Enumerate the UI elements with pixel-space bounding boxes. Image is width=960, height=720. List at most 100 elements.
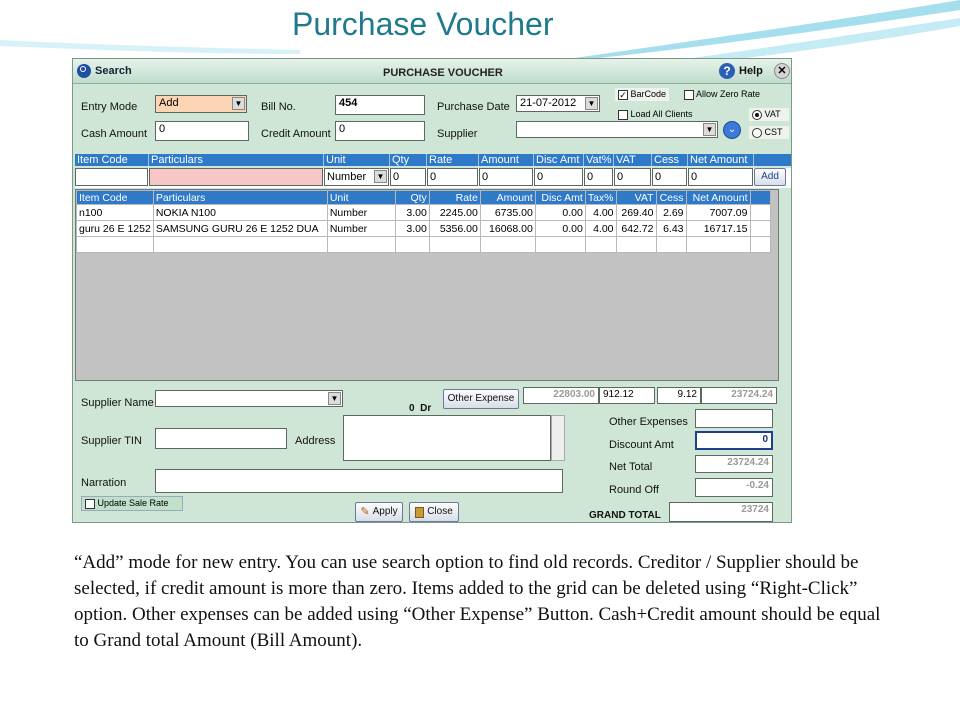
grid-cell: 4.00 — [584, 220, 617, 237]
items-grid[interactable]: Item Code Particulars Unit Qty Rate Amou… — [75, 189, 779, 381]
door-icon — [415, 506, 425, 518]
discount-amt-label: Discount Amt — [609, 439, 674, 451]
address-label: Address — [295, 435, 336, 447]
grand-total-value: 23724 — [669, 502, 773, 522]
grid-header-cell: Qty — [394, 190, 430, 205]
grid-header-cell: Tax% — [584, 190, 617, 205]
load-all-clients-checkbox[interactable] — [618, 109, 628, 120]
entry-header-cell: Net Amount — [688, 154, 754, 166]
address-scrollbar[interactable] — [551, 415, 565, 461]
balance-amount: 0 — [409, 403, 415, 414]
narration-input[interactable] — [155, 469, 563, 493]
apply-button[interactable]: ✎ Apply — [355, 502, 403, 522]
pencil-icon: ✎ — [360, 506, 370, 518]
cash-amount-input[interactable]: 0 — [155, 121, 249, 141]
close-label: Close — [427, 506, 453, 517]
entry-header-cell: Rate — [427, 154, 479, 166]
help-icon: ? — [719, 63, 735, 79]
disc-amt-input[interactable]: 0 — [534, 168, 583, 186]
total-vat: 912.12 — [599, 387, 655, 404]
rate-input[interactable]: 0 — [427, 168, 478, 186]
chevron-down-icon: ▼ — [585, 97, 598, 110]
grid-cell: 3.00 — [394, 204, 430, 221]
entry-header-cell: Qty — [390, 154, 427, 166]
vat-option[interactable]: VAT — [749, 108, 789, 121]
round-off-value: -0.24 — [695, 478, 773, 497]
supplier-name-select[interactable]: ▼ — [155, 390, 343, 407]
net-total-value: 23724.24 — [695, 455, 773, 473]
vat-input[interactable]: 0 — [614, 168, 651, 186]
allow-zero-rate-label: Allow Zero Rate — [696, 89, 761, 99]
add-item-button[interactable]: Add — [754, 168, 786, 186]
entry-header-cell: Amount — [479, 154, 534, 166]
particulars-input[interactable] — [149, 168, 323, 186]
vat-radio[interactable] — [752, 109, 762, 120]
close-window-button[interactable]: ✕ — [774, 63, 790, 79]
entry-header-cell: Disc Amt — [534, 154, 584, 166]
table-row[interactable]: guru 26 E 1252 SAMSUNG GURU 26 E 1252 DU… — [76, 220, 771, 237]
close-button[interactable]: Close — [409, 502, 459, 522]
search-button[interactable]: Search — [77, 63, 132, 79]
grid-cell: Number — [326, 204, 396, 221]
entry-mode-select[interactable]: Add ▼ — [155, 95, 247, 113]
help-button[interactable]: ? Help — [719, 63, 763, 79]
allow-zero-rate-option[interactable]: Allow Zero Rate — [681, 88, 771, 101]
cst-option[interactable]: CST — [749, 126, 789, 139]
bill-no-input[interactable]: 454 — [335, 95, 425, 115]
grid-header-cell: Disc Amt — [534, 190, 586, 205]
cess-input[interactable]: 0 — [652, 168, 687, 186]
item-code-input[interactable] — [75, 168, 148, 186]
total-net: 23724.24 — [701, 387, 777, 404]
other-expense-button[interactable]: Other Expense — [443, 389, 519, 409]
grid-cell: 6735.00 — [479, 204, 536, 221]
refresh-suppliers-button[interactable]: ⌄ — [723, 121, 741, 139]
items-table: Item Code Particulars Unit Qty Rate Amou… — [76, 190, 771, 253]
help-label: Help — [739, 65, 763, 77]
grid-header-cell — [749, 190, 771, 205]
update-sale-rate-checkbox[interactable] — [85, 498, 95, 509]
entry-mode-value: Add — [159, 97, 179, 109]
update-sale-rate-option[interactable]: Update Sale Rate — [81, 496, 183, 511]
address-textarea[interactable] — [343, 415, 551, 461]
entry-header-cell: Item Code — [75, 154, 149, 166]
chevron-down-icon: ▼ — [703, 123, 716, 136]
grid-header-cell: Particulars — [152, 190, 328, 205]
grid-cell: 7007.09 — [685, 204, 751, 221]
grid-cell — [749, 220, 771, 237]
table-row[interactable]: n100 NOKIA N100 Number 3.00 2245.00 6735… — [76, 204, 771, 221]
search-icon — [77, 64, 91, 78]
barcode-checkbox[interactable]: ✓ — [618, 89, 628, 100]
balance-value: 0 Dr — [409, 403, 431, 414]
unit-select[interactable]: Number ▼ — [324, 168, 389, 186]
purchase-date-picker[interactable]: 21-07-2012 ▼ — [516, 95, 600, 112]
apply-label: Apply — [372, 506, 398, 517]
discount-amt-input[interactable]: 0 — [695, 431, 773, 450]
grid-cell: 0.00 — [534, 204, 586, 221]
allow-zero-rate-checkbox[interactable] — [684, 89, 694, 100]
grid-header-cell: Rate — [428, 190, 481, 205]
grid-cell: 642.72 — [615, 220, 657, 237]
grid-cell: Number — [326, 220, 396, 237]
barcode-option[interactable]: ✓ BarCode — [615, 88, 669, 101]
net-total-label: Net Total — [609, 461, 653, 473]
vat-percent-input[interactable]: 0 — [584, 168, 613, 186]
grid-cell: 269.40 — [615, 204, 657, 221]
grid-header-cell: Unit — [326, 190, 396, 205]
entry-header-cell: Cess — [652, 154, 688, 166]
supplier-select[interactable]: ▼ — [516, 121, 718, 138]
table-row[interactable] — [76, 236, 771, 253]
other-expenses-label: Other Expenses — [609, 416, 688, 428]
net-amount-input[interactable]: 0 — [688, 168, 753, 186]
cst-radio[interactable] — [752, 127, 762, 138]
credit-amount-input[interactable]: 0 — [335, 121, 425, 141]
cst-label: CST — [764, 127, 783, 137]
load-all-clients-option[interactable]: Load All Clients — [615, 108, 721, 121]
vat-label: VAT — [764, 109, 781, 119]
credit-amount-label: Credit Amount — [261, 128, 331, 140]
update-sale-rate-label: Update Sale Rate — [97, 498, 169, 508]
supplier-tin-input[interactable] — [155, 428, 287, 449]
qty-input[interactable]: 0 — [390, 168, 426, 186]
amount-input[interactable]: 0 — [479, 168, 533, 186]
grid-header-cell: Cess — [655, 190, 687, 205]
entry-header-cell: VAT — [614, 154, 652, 166]
